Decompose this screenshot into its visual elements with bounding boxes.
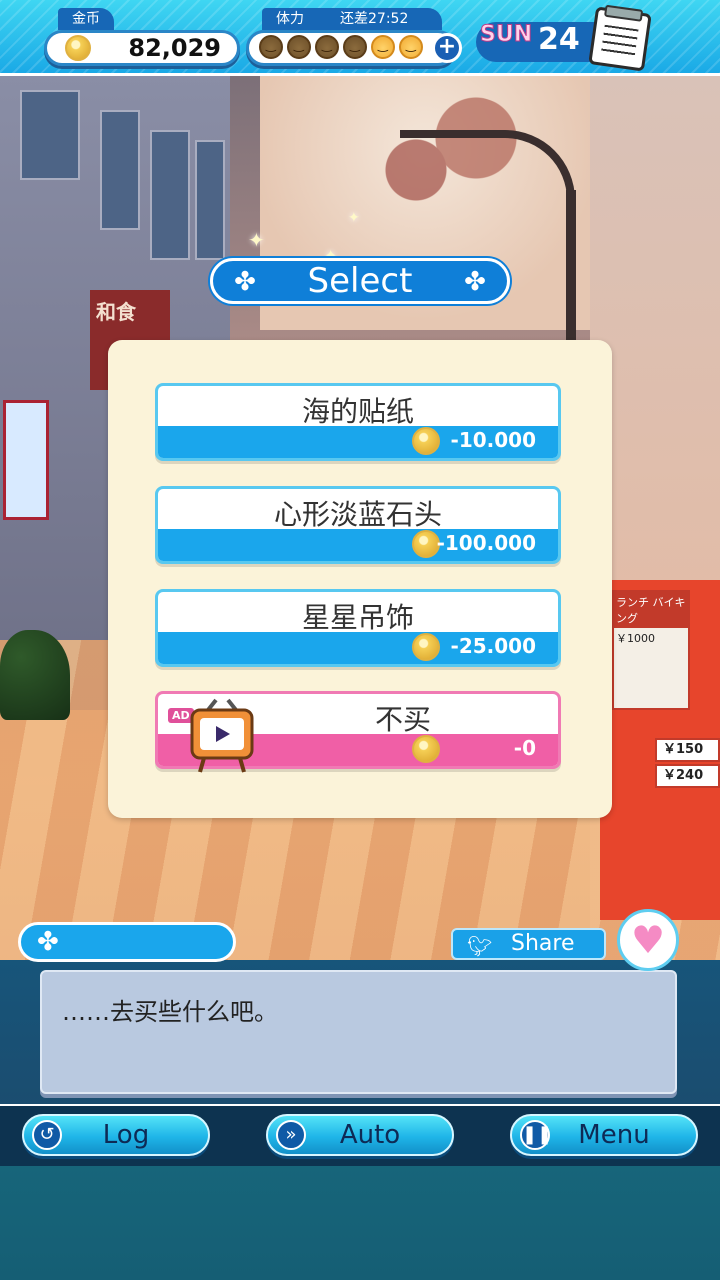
stamina-face-icon [259, 35, 283, 59]
option-price-bar: -25.000 [158, 632, 558, 664]
option-price: -0 [513, 736, 536, 760]
video-ad-icon [190, 698, 254, 773]
day-number: 24 [538, 22, 580, 57]
scene-price-tag: ￥240 [655, 764, 720, 788]
message-box[interactable]: ……去买些什么吧。 [40, 970, 677, 1094]
scene-plant [0, 630, 70, 720]
add-stamina-button[interactable]: + [432, 33, 462, 63]
menu-board-price: ￥1000 [616, 632, 655, 645]
sparkle-icon: ✦ [348, 210, 360, 226]
weekday-label: SUN [479, 22, 533, 48]
coin-icon [412, 735, 440, 763]
dialogue-text: ……去买些什么吧。 [62, 998, 278, 1026]
option-price: -100.000 [436, 531, 536, 555]
auto-button[interactable]: » Auto [266, 1114, 454, 1156]
clover-icon: ✤ [37, 927, 59, 957]
menu-board-title: ランチ バイキング [614, 592, 688, 628]
twitter-bird-icon: 🐦︎ [467, 934, 493, 958]
option-sea-sticker[interactable]: 海的贴纸 -10.000 [155, 383, 561, 461]
option-heart-stone[interactable]: 心形淡蓝石头 -100.000 [155, 486, 561, 564]
gold-value: 82,029 [128, 34, 221, 62]
auto-label: Auto [339, 1120, 401, 1150]
stamina-face-icon [287, 35, 311, 59]
bottom-footer [0, 1166, 720, 1280]
clover-icon: ✤ [464, 267, 486, 297]
select-title: Select [307, 261, 413, 301]
speaker-name-plate: ✤ [18, 922, 236, 962]
option-label: 星星吊饰 [301, 601, 414, 634]
stamina-meter [246, 30, 456, 66]
scene-banner [3, 400, 49, 520]
coin-icon [65, 35, 91, 61]
share-label: Share [511, 931, 575, 956]
stamina-face-icon [399, 35, 423, 59]
heart-icon[interactable]: ♥ [617, 909, 679, 971]
stamina-label: 体力 [276, 11, 304, 27]
option-price-bar: -10.000 [158, 426, 558, 458]
scene-price-tag: ￥150 [655, 738, 720, 762]
stamina-header: 体力 还差27:52 [262, 8, 442, 30]
stamina-timer: 还差27:52 [340, 11, 409, 27]
option-price: -25.000 [450, 634, 536, 658]
coin-icon [412, 633, 440, 661]
stamina-faces [259, 35, 427, 63]
sparkle-icon: ✦ [248, 228, 265, 252]
stamina-face-icon [371, 35, 395, 59]
clover-icon: ✤ [234, 267, 256, 297]
option-label: 心形淡蓝石头 [273, 498, 442, 531]
stamina-face-icon [343, 35, 367, 59]
option-price: -10.000 [450, 428, 536, 452]
gold-counter: 82,029 [44, 30, 240, 66]
option-label: 海的贴纸 [301, 395, 414, 428]
share-button[interactable]: 🐦︎ Share [451, 928, 606, 960]
option-price-bar: -100.000 [158, 529, 558, 561]
scene-menu-board: ランチ バイキング ￥1000 [612, 590, 690, 710]
game-screen: 和食 ランチ バイキング ￥1000 ￥150 ￥240 ✦ ✦ ✦ 金币 82… [0, 0, 720, 1280]
gold-label: 金币 [58, 8, 114, 30]
notepad-icon[interactable] [588, 6, 652, 72]
menu-label: Menu [578, 1120, 650, 1150]
log-label: Log [102, 1120, 150, 1150]
log-button[interactable]: ↺ Log [22, 1114, 210, 1156]
coin-icon [412, 427, 440, 455]
stamina-face-icon [315, 35, 339, 59]
menu-button[interactable]: ❚❚ Menu [510, 1114, 698, 1156]
select-title-banner: ✤ Select ✤ [210, 258, 510, 304]
option-star-charm[interactable]: 星星吊饰 -25.000 [155, 589, 561, 667]
